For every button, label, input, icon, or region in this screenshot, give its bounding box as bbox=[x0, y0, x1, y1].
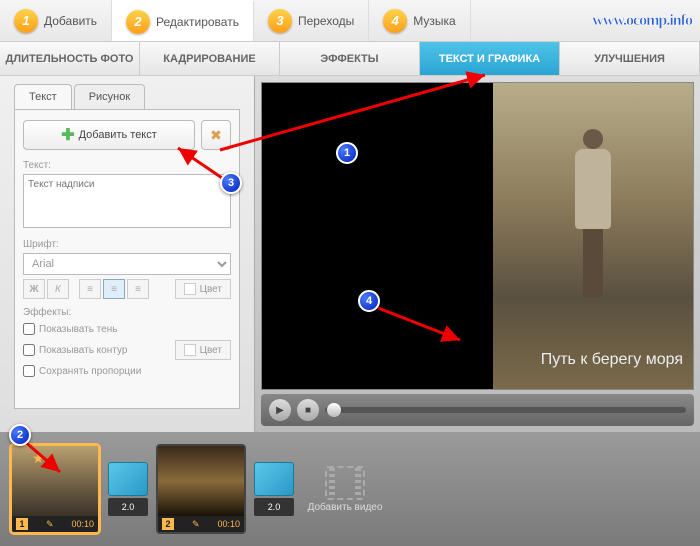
panel-tab-text[interactable]: Текст bbox=[14, 84, 72, 109]
text-panel: Текст Рисунок ✚ Добавить текст ✖ Текст: Ш… bbox=[0, 76, 255, 432]
plus-icon: ✚ bbox=[61, 125, 74, 145]
preview-canvas[interactable]: Путь к берегу моря bbox=[261, 82, 694, 390]
playback-controls: ▶ ■ bbox=[261, 394, 694, 426]
shadow-label: Показывать тень bbox=[39, 324, 117, 335]
step-3-icon: 3 bbox=[268, 9, 292, 33]
tab-edit-label: Редактировать bbox=[156, 15, 239, 29]
shadow-checkbox[interactable] bbox=[23, 323, 35, 335]
clip-duration: 00:10 bbox=[71, 519, 94, 529]
align-center-button[interactable]: ≡ bbox=[103, 279, 125, 299]
watermark-logo: www.ocomp.info bbox=[592, 12, 692, 30]
transition-button[interactable] bbox=[108, 462, 148, 496]
panel-tab-image[interactable]: Рисунок bbox=[74, 84, 146, 109]
format-toolbar: Ж К ≡ ≡ ≡ Цвет bbox=[23, 279, 231, 299]
bold-button[interactable]: Ж bbox=[23, 279, 45, 299]
film-icon bbox=[325, 466, 365, 500]
tab-music[interactable]: 4 Музыка bbox=[369, 0, 470, 41]
timeline-clip-2[interactable]: 2 ✎ 00:10 bbox=[156, 444, 246, 534]
transition-2: 2.0 bbox=[254, 462, 294, 516]
add-text-label: Добавить текст bbox=[79, 129, 157, 141]
clip-thumbnail bbox=[158, 446, 244, 516]
subtab-enhance[interactable]: УЛУЧШЕНИЯ bbox=[560, 42, 700, 75]
step-2-icon: 2 bbox=[126, 10, 150, 34]
italic-button[interactable]: К bbox=[47, 279, 69, 299]
timeline-clip-1[interactable]: ★ 1 ✎ 00:10 bbox=[10, 444, 100, 534]
aspect-label: Сохранять пропорции bbox=[39, 366, 141, 377]
transition-button[interactable] bbox=[254, 462, 294, 496]
color-swatch-icon bbox=[184, 283, 196, 295]
transition-duration[interactable]: 2.0 bbox=[108, 498, 148, 516]
tab-add[interactable]: 1 Добавить bbox=[0, 0, 112, 41]
tab-music-label: Музыка bbox=[413, 14, 455, 28]
effects-label: Эффекты: bbox=[23, 307, 231, 318]
add-video-label: Добавить видео bbox=[308, 502, 383, 513]
tab-transitions-label: Переходы bbox=[298, 14, 354, 28]
text-field-label: Текст: bbox=[23, 160, 231, 171]
stop-button[interactable]: ■ bbox=[297, 399, 319, 421]
person-figure bbox=[563, 129, 623, 309]
tab-edit[interactable]: 2 Редактировать bbox=[112, 0, 254, 41]
subtab-text-graphics[interactable]: ТЕКСТ И ГРАФИКА bbox=[420, 42, 560, 75]
outline-color-button[interactable]: Цвет bbox=[175, 340, 231, 360]
tab-transitions[interactable]: 3 Переходы bbox=[254, 0, 369, 41]
color-label: Цвет bbox=[200, 284, 222, 295]
font-field-label: Шрифт: bbox=[23, 239, 231, 250]
timeline: ★ 1 ✎ 00:10 2.0 2 ✎ 00:10 2.0 Добавить видео bbox=[0, 432, 700, 546]
panel-tabs: Текст Рисунок bbox=[14, 84, 240, 109]
preview-area: Путь к берегу моря ▶ ■ bbox=[255, 76, 700, 432]
delete-text-button[interactable]: ✖ bbox=[201, 120, 231, 150]
star-icon: ★ bbox=[32, 450, 45, 467]
pencil-icon: ✎ bbox=[192, 519, 200, 530]
workarea: Текст Рисунок ✚ Добавить текст ✖ Текст: Ш… bbox=[0, 76, 700, 432]
align-left-button[interactable]: ≡ bbox=[79, 279, 101, 299]
text-color-button[interactable]: Цвет bbox=[175, 279, 231, 299]
edit-sub-tabs: ДЛИТЕЛЬНОСТЬ ФОТО КАДРИРОВАНИЕ ЭФФЕКТЫ Т… bbox=[0, 42, 700, 76]
caption-textarea[interactable] bbox=[23, 174, 231, 228]
aspect-checkbox[interactable] bbox=[23, 365, 35, 377]
annotation-marker-1: 1 bbox=[336, 142, 358, 164]
photo-content: Путь к берегу моря bbox=[493, 83, 693, 389]
transition-1: 2.0 bbox=[108, 462, 148, 516]
clip-number: 1 bbox=[16, 518, 28, 530]
subtab-crop[interactable]: КАДРИРОВАНИЕ bbox=[140, 42, 280, 75]
pencil-icon: ✎ bbox=[46, 519, 54, 530]
tab-add-label: Добавить bbox=[44, 14, 97, 28]
panel-body: ✚ Добавить текст ✖ Текст: Шрифт: Arial Ж … bbox=[14, 109, 240, 409]
step-4-icon: 4 bbox=[383, 9, 407, 33]
add-video-button[interactable]: Добавить видео bbox=[302, 454, 388, 524]
outline-label: Показывать контур bbox=[39, 345, 127, 356]
subtab-effects[interactable]: ЭФФЕКТЫ bbox=[280, 42, 420, 75]
add-text-button[interactable]: ✚ Добавить текст bbox=[23, 120, 195, 150]
slider-thumb[interactable] bbox=[327, 403, 341, 417]
color-swatch-icon bbox=[184, 344, 196, 356]
x-icon: ✖ bbox=[210, 127, 222, 144]
play-button[interactable]: ▶ bbox=[269, 399, 291, 421]
annotation-marker-4: 4 bbox=[358, 290, 380, 312]
annotation-marker-2: 2 bbox=[9, 424, 31, 446]
color-label: Цвет bbox=[200, 345, 222, 356]
main-step-tabs: 1 Добавить 2 Редактировать 3 Переходы 4 Музы… bbox=[0, 0, 700, 42]
text-overlay[interactable]: Путь к берегу моря bbox=[541, 351, 683, 369]
font-select[interactable]: Arial bbox=[23, 253, 231, 275]
seek-slider[interactable] bbox=[325, 407, 686, 413]
clip-thumbnail: ★ bbox=[12, 446, 98, 516]
clip-duration: 00:10 bbox=[217, 519, 240, 529]
align-right-button[interactable]: ≡ bbox=[127, 279, 149, 299]
subtab-duration[interactable]: ДЛИТЕЛЬНОСТЬ ФОТО bbox=[0, 42, 140, 75]
outline-checkbox[interactable] bbox=[23, 344, 35, 356]
annotation-marker-3: 3 bbox=[220, 172, 242, 194]
transition-duration[interactable]: 2.0 bbox=[254, 498, 294, 516]
step-1-icon: 1 bbox=[14, 9, 38, 33]
clip-number: 2 bbox=[162, 518, 174, 530]
